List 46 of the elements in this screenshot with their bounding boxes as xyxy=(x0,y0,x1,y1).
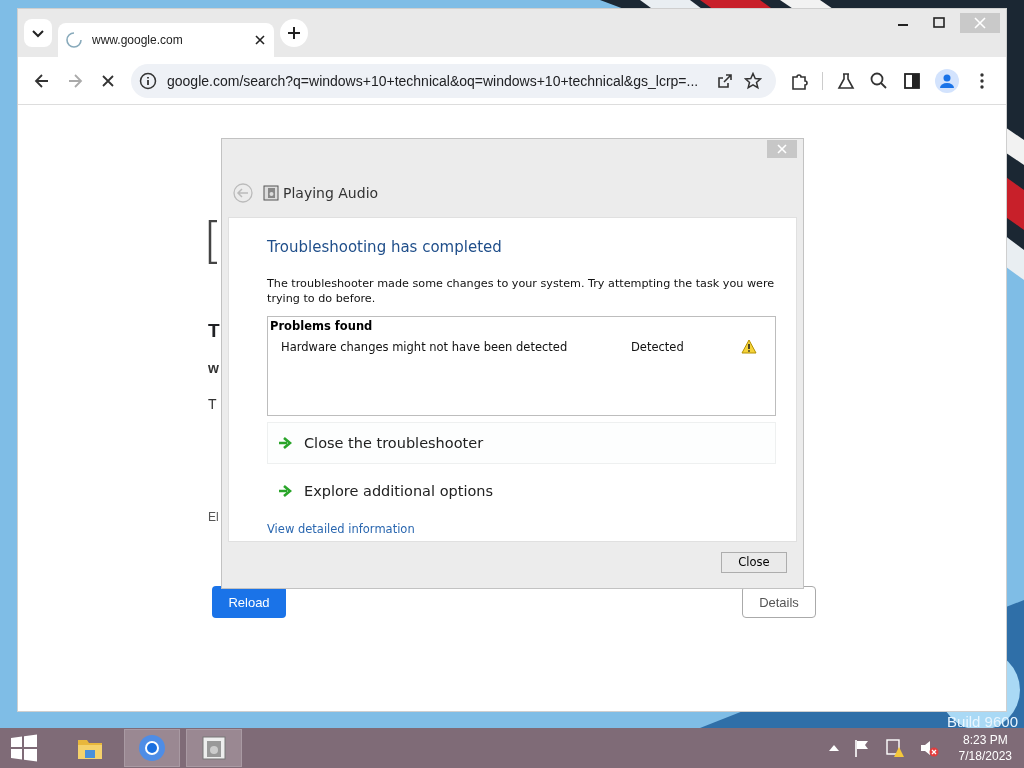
clock-time[interactable]: 8:23 PM xyxy=(958,732,1012,748)
tab-list-icon[interactable] xyxy=(24,19,52,47)
problem-status: Detected xyxy=(631,339,685,354)
details-button[interactable]: Details xyxy=(742,586,816,618)
share-icon[interactable] xyxy=(716,71,734,90)
star-icon[interactable] xyxy=(744,71,762,90)
problems-title: Problems found xyxy=(270,319,374,333)
taskbar-app[interactable] xyxy=(124,729,180,767)
browser-icon xyxy=(136,732,168,764)
dialog-title: Playing Audio xyxy=(283,185,379,201)
tab-title: www.google.com xyxy=(92,33,184,47)
flask-icon[interactable] xyxy=(836,70,856,91)
option-link[interactable]: Close the troubleshooter xyxy=(267,422,776,464)
taskbar-app[interactable] xyxy=(186,729,242,767)
address-bar[interactable]: google.com/search?q=windows+10+technical&oq=windows+10+technical&gs_lcrp=... xyxy=(131,63,776,98)
show-hidden-icons-icon[interactable] xyxy=(828,745,839,751)
start-icon[interactable] xyxy=(10,734,38,762)
close-icon[interactable] xyxy=(254,34,266,46)
search-icon[interactable] xyxy=(869,70,889,91)
info-icon[interactable] xyxy=(139,71,157,90)
option-label: Explore additional options xyxy=(304,483,494,499)
flag-icon[interactable] xyxy=(852,739,871,757)
details-link[interactable]: View detailed information xyxy=(267,522,415,536)
arrow-icon xyxy=(278,436,292,450)
broken-page-icon xyxy=(208,220,218,264)
error-heading: T xyxy=(208,320,220,342)
dialog-message: The troubleshooter made some changes to your system. Try attempting the task you were trying to do before. xyxy=(267,276,776,306)
network-warning-icon[interactable] xyxy=(884,738,905,758)
error-code: El xyxy=(208,510,219,524)
new-tab-icon[interactable] xyxy=(280,19,308,47)
side-panel-icon[interactable] xyxy=(902,70,922,91)
speaker-app-icon xyxy=(263,185,279,201)
profile-icon[interactable] xyxy=(935,68,959,93)
url-text: google.com/search?q=windows+10+technical&oq=windows+10+technical&gs_lcrp=... xyxy=(167,72,700,89)
close-button[interactable]: Close xyxy=(721,551,787,573)
arrow-icon xyxy=(278,484,292,498)
error-text: T xyxy=(208,396,217,412)
error-subtitle: w xyxy=(208,360,219,376)
dialog-heading: Troubleshooting has completed xyxy=(267,238,503,256)
muted-speaker-icon[interactable] xyxy=(918,738,939,758)
clock-date[interactable]: 7/18/2023 xyxy=(958,748,1012,764)
option-link[interactable]: Explore additional options xyxy=(267,470,776,512)
browser-tab[interactable]: www.google.com xyxy=(58,23,274,57)
problem-name: Hardware changes might not have been detected xyxy=(281,339,569,354)
option-label: Close the troubleshooter xyxy=(304,435,484,451)
warning-icon xyxy=(741,339,757,354)
